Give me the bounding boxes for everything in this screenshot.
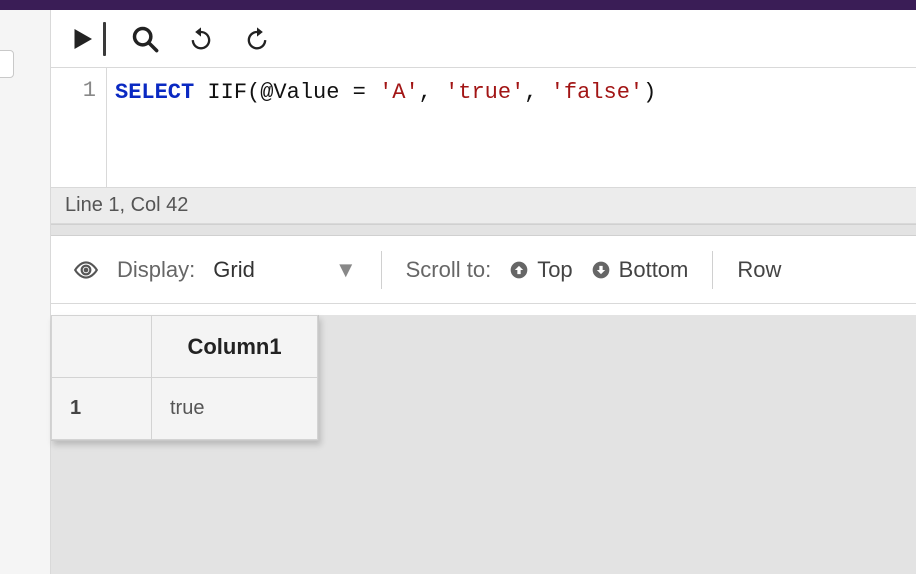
- table-row[interactable]: 1 true: [52, 378, 318, 440]
- left-gutter: [0, 10, 50, 574]
- chevron-down-icon: ▼: [335, 257, 357, 283]
- editor-toolbar: [51, 10, 916, 68]
- play-icon: [67, 24, 97, 54]
- close-paren: ): [643, 80, 656, 105]
- comma-2: ,: [524, 80, 550, 105]
- comma-1: ,: [419, 80, 445, 105]
- display-label: Display:: [117, 257, 195, 283]
- arrow-down-circle-icon: [591, 260, 611, 280]
- panel-separator[interactable]: [51, 224, 916, 236]
- sql-variable: @Value: [260, 80, 339, 105]
- sql-keyword: SELECT: [115, 80, 194, 105]
- main-panel: 1 SELECT IIF(@Value = 'A', 'true', 'fals…: [50, 10, 916, 574]
- eq-operator: =: [339, 80, 379, 105]
- scroll-top-button[interactable]: Top: [509, 257, 572, 283]
- toolbar-separator: [381, 251, 382, 289]
- display-mode-select[interactable]: Grid ▼: [213, 257, 356, 283]
- code-content[interactable]: SELECT IIF(@Value = 'A', 'true', 'false'…: [107, 68, 916, 187]
- arrow-up-circle-icon: [509, 260, 529, 280]
- search-icon: [131, 25, 159, 53]
- code-editor[interactable]: 1 SELECT IIF(@Value = 'A', 'true', 'fals…: [51, 68, 916, 188]
- sql-function: IIF: [207, 80, 247, 105]
- display-mode-value: Grid: [213, 257, 255, 283]
- status-bar: Line 1, Col 42: [51, 188, 916, 224]
- scroll-bottom-button[interactable]: Bottom: [591, 257, 689, 283]
- data-cell[interactable]: true: [152, 378, 318, 440]
- scroll-top-label: Top: [537, 257, 572, 283]
- run-button[interactable]: [65, 22, 99, 56]
- run-divider: [103, 22, 106, 56]
- row-number[interactable]: 1: [52, 378, 152, 440]
- string-literal-1: 'A': [379, 80, 419, 105]
- results-toolbar: Display: Grid ▼ Scroll to: Top Bottom Ro…: [51, 236, 916, 304]
- undo-button[interactable]: [184, 22, 218, 56]
- open-paren: (: [247, 80, 260, 105]
- line-number: 1: [51, 78, 96, 103]
- redo-icon: [243, 25, 271, 53]
- results-area: Column1 1 true: [51, 315, 916, 574]
- line-gutter: 1: [51, 68, 107, 187]
- title-bar: [0, 0, 916, 10]
- left-widget[interactable]: [0, 50, 14, 78]
- string-literal-3: 'false': [551, 80, 643, 105]
- run-group: [65, 22, 106, 56]
- toolbar-separator-2: [712, 251, 713, 289]
- grid-table: Column1 1 true: [51, 315, 318, 440]
- corner-cell[interactable]: [52, 316, 152, 378]
- row-label: Row: [737, 257, 781, 283]
- eye-icon: [73, 257, 99, 283]
- scroll-bottom-label: Bottom: [619, 257, 689, 283]
- search-button[interactable]: [128, 22, 162, 56]
- string-literal-2: 'true': [445, 80, 524, 105]
- cursor-position: Line 1, Col 42: [65, 194, 188, 217]
- undo-icon: [187, 25, 215, 53]
- redo-button[interactable]: [240, 22, 274, 56]
- scroll-label: Scroll to:: [406, 257, 492, 283]
- results-grid[interactable]: Column1 1 true: [51, 315, 319, 441]
- header-row: Column1: [52, 316, 318, 378]
- column-header[interactable]: Column1: [152, 316, 318, 378]
